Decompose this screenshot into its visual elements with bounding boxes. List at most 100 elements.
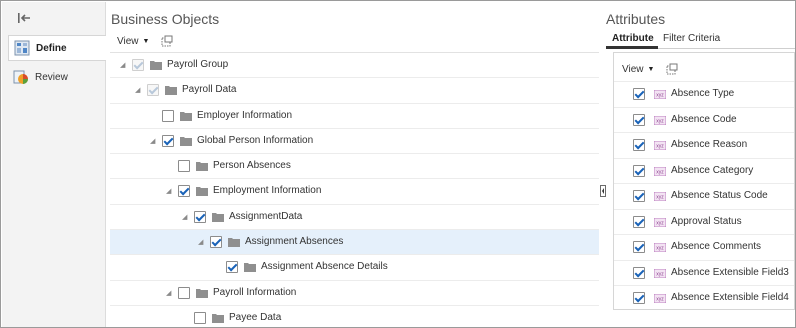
row-checkbox[interactable] bbox=[178, 185, 190, 198]
tree-row[interactable]: Employer Information bbox=[110, 104, 599, 129]
splitter-handle[interactable] bbox=[600, 185, 606, 197]
expand-toggle-icon[interactable]: ◢ bbox=[135, 87, 143, 95]
attribute-row[interactable]: xyz Approval Status bbox=[614, 208, 794, 235]
folder-icon bbox=[165, 85, 177, 96]
view-menu-button[interactable]: View ▼ bbox=[117, 36, 149, 47]
define-icon bbox=[14, 40, 30, 56]
attribute-label: Absence Extensible Field4 bbox=[671, 292, 789, 303]
text-type-icon: xyz bbox=[654, 243, 666, 252]
svg-text:xyz: xyz bbox=[656, 144, 664, 150]
tree-row[interactable]: ◢ AssignmentData bbox=[110, 205, 599, 231]
svg-text:xyz: xyz bbox=[656, 220, 664, 226]
row-checkbox[interactable] bbox=[194, 210, 206, 223]
row-checkbox[interactable] bbox=[132, 59, 144, 71]
tree-row-label: Employer Information bbox=[197, 109, 293, 121]
text-type-icon: xyz bbox=[654, 192, 666, 201]
tree-row-label: Assignment Absence Details bbox=[261, 261, 388, 273]
attribute-list: xyz Absence Type xyz Absence Code xyz Absence… bbox=[614, 81, 794, 311]
row-checkbox[interactable] bbox=[178, 286, 190, 299]
text-type-icon: xyz bbox=[654, 90, 666, 99]
svg-text:xyz: xyz bbox=[656, 169, 664, 175]
attribute-checkbox[interactable] bbox=[633, 139, 645, 151]
collapse-panel-icon[interactable] bbox=[16, 11, 32, 25]
attribute-checkbox[interactable] bbox=[633, 215, 645, 228]
attribute-row[interactable]: xyz Absence Extensible Field4 bbox=[614, 285, 794, 311]
attribute-checkbox[interactable] bbox=[633, 164, 645, 177]
expand-toggle-icon[interactable]: ◢ bbox=[182, 214, 190, 222]
view-label: View bbox=[117, 35, 139, 47]
business-objects-tree: ◢ Payroll Group ◢ Payroll Data Employer Info… bbox=[110, 52, 599, 328]
row-checkbox[interactable] bbox=[226, 261, 238, 274]
attribute-label: Absence Category bbox=[671, 164, 754, 176]
text-type-icon: xyz bbox=[654, 294, 666, 303]
nav-item-review[interactable]: Review bbox=[8, 64, 106, 90]
attribute-checkbox[interactable] bbox=[633, 241, 645, 253]
expand-toggle-icon[interactable]: ◢ bbox=[166, 290, 174, 298]
folder-icon bbox=[228, 237, 240, 248]
row-checkbox[interactable] bbox=[162, 134, 174, 147]
attribute-checkbox[interactable] bbox=[633, 190, 645, 202]
left-nav: Define Review bbox=[2, 2, 106, 327]
attribute-checkbox[interactable] bbox=[633, 88, 645, 100]
tree-row[interactable]: Person Absences bbox=[110, 154, 599, 180]
tree-row[interactable]: ◢ Global Person Information bbox=[110, 129, 599, 155]
attribute-row[interactable]: xyz Absence Code bbox=[614, 106, 794, 133]
folder-icon bbox=[212, 313, 224, 323]
business-objects-title: Business Objects bbox=[111, 11, 220, 27]
tree-row-label: Payee Data bbox=[229, 311, 282, 323]
row-checkbox[interactable] bbox=[178, 160, 190, 173]
tree-row[interactable]: Payee Data bbox=[110, 306, 599, 328]
tree-row[interactable]: ◢ Payroll Information bbox=[110, 281, 599, 306]
tree-row-label: AssignmentData bbox=[229, 210, 303, 222]
attribute-row[interactable]: xyz Absence Category bbox=[614, 157, 794, 184]
text-type-icon: xyz bbox=[654, 115, 666, 125]
tree-row[interactable]: Assignment Absence Details bbox=[110, 255, 599, 281]
tab-attribute[interactable]: Attribute bbox=[612, 33, 654, 44]
nav-item-define[interactable]: Define bbox=[8, 35, 106, 61]
attribute-row[interactable]: xyz Absence Reason bbox=[614, 132, 794, 158]
attribute-label: Absence Extensible Field3 bbox=[671, 266, 789, 278]
review-icon bbox=[13, 70, 28, 84]
detach-icon[interactable] bbox=[161, 35, 173, 47]
text-type-icon: xyz bbox=[654, 166, 666, 176]
nav-item-label: Review bbox=[35, 71, 68, 83]
attributes-view-menu-button[interactable]: View ▼ bbox=[622, 64, 654, 75]
expand-toggle-icon[interactable]: ◢ bbox=[150, 138, 158, 146]
folder-icon bbox=[180, 136, 192, 146]
attribute-checkbox[interactable] bbox=[633, 266, 645, 279]
attribute-label: Absence Code bbox=[671, 113, 737, 125]
tree-row-label: Assignment Absences bbox=[245, 236, 344, 248]
business-objects-toolbar: View ▼ bbox=[117, 33, 173, 49]
active-tab-indicator bbox=[606, 46, 658, 49]
svg-text:xyz: xyz bbox=[656, 297, 664, 303]
caret-down-icon: ▼ bbox=[142, 37, 150, 45]
attribute-row[interactable]: xyz Absence Comments bbox=[614, 234, 794, 260]
attribute-checkbox[interactable] bbox=[633, 113, 645, 126]
attribute-row[interactable]: xyz Absence Type bbox=[614, 81, 794, 107]
folder-icon bbox=[150, 60, 162, 70]
attribute-label: Absence Comments bbox=[671, 241, 762, 252]
row-checkbox[interactable] bbox=[162, 109, 174, 122]
row-checkbox[interactable] bbox=[194, 311, 206, 324]
detach-icon[interactable] bbox=[666, 63, 678, 75]
tree-row[interactable]: ◢ Payroll Group bbox=[110, 53, 599, 79]
tree-row[interactable]: ◢ Employment Information bbox=[110, 179, 599, 205]
expand-toggle-icon[interactable]: ◢ bbox=[166, 188, 174, 196]
row-checkbox[interactable] bbox=[147, 84, 159, 97]
expand-toggle-icon[interactable]: ◢ bbox=[120, 62, 128, 70]
row-checkbox[interactable] bbox=[210, 236, 222, 249]
tree-row[interactable]: ◢ Payroll Data bbox=[110, 78, 599, 104]
folder-icon bbox=[196, 288, 208, 298]
tree-row-label: Payroll Group bbox=[167, 59, 229, 70]
svg-text:xyz: xyz bbox=[656, 246, 664, 252]
attribute-row[interactable]: xyz Absence Extensible Field3 bbox=[614, 259, 794, 286]
tree-row[interactable]: ◢ Assignment Absences bbox=[110, 230, 599, 256]
tab-filter-criteria[interactable]: Filter Criteria bbox=[663, 33, 720, 44]
attribute-row[interactable]: xyz Absence Status Code bbox=[614, 183, 794, 209]
expand-toggle-icon[interactable]: ◢ bbox=[198, 239, 206, 247]
attribute-tabs: Attribute Filter Criteria bbox=[606, 31, 795, 49]
svg-text:xyz: xyz bbox=[656, 118, 664, 124]
attribute-label: Absence Type bbox=[671, 88, 735, 99]
attribute-checkbox[interactable] bbox=[633, 292, 645, 304]
view-label: View bbox=[622, 63, 644, 75]
